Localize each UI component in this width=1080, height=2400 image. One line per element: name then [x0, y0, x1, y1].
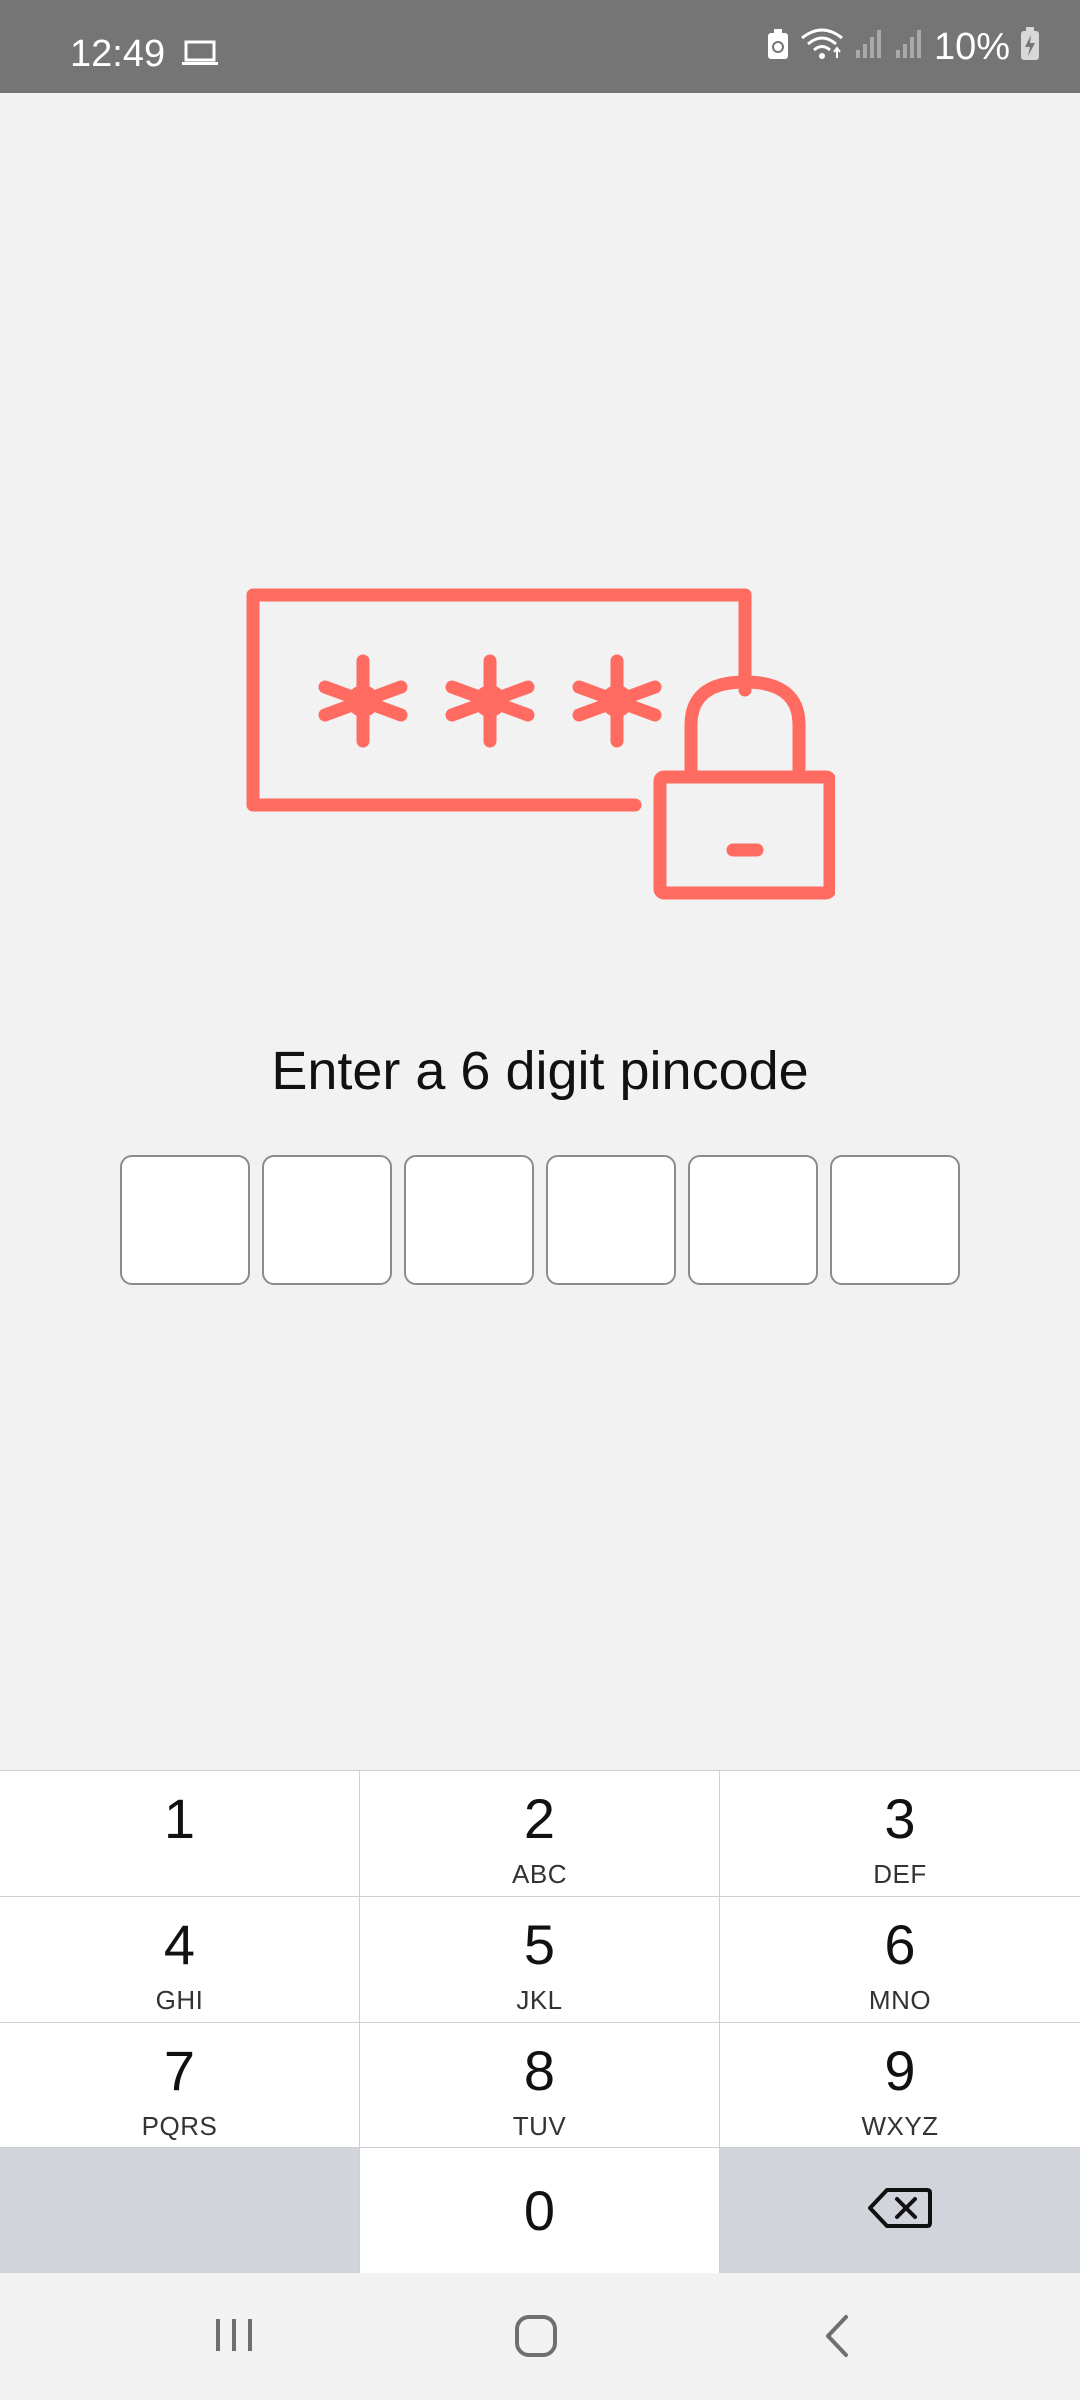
- password-lock-icon: [245, 585, 837, 905]
- key-digit: 7: [163, 2038, 196, 2102]
- key-letters: TUV: [512, 2110, 567, 2141]
- pin-digit-box-3[interactable]: [404, 1155, 534, 1285]
- key-0[interactable]: 0: [360, 2148, 720, 2274]
- numeric-keypad: 1 2 ABC 3 DEF 4 GHI 5 JKL 6 MNO 7 PQRS 8…: [0, 1770, 1080, 2274]
- status-time: 12:49: [70, 33, 166, 75]
- key-5[interactable]: 5 JKL: [360, 1896, 720, 2023]
- key-digit: 4: [163, 1912, 196, 1976]
- key-digit: 0: [523, 2178, 556, 2242]
- key-digit: 2: [523, 1787, 556, 1850]
- pincode-input[interactable]: [120, 1155, 960, 1285]
- pin-digit-box-6[interactable]: [830, 1155, 960, 1285]
- key-letters: MNO: [868, 1984, 932, 2015]
- pin-digit-box-4[interactable]: [546, 1155, 676, 1285]
- key-2[interactable]: 2 ABC: [360, 1771, 720, 1897]
- status-icons: 10%: [766, 0, 1040, 93]
- laptop-icon: [182, 40, 218, 71]
- wifi-icon: [800, 28, 844, 65]
- pin-digit-box-5[interactable]: [688, 1155, 818, 1285]
- key-blank: [0, 2148, 360, 2274]
- signal-icon: [854, 28, 884, 65]
- pincode-prompt: Enter a 6 digit pincode: [271, 1041, 809, 1101]
- key-digit: 6: [884, 1912, 916, 1976]
- home-icon[interactable]: [513, 2313, 559, 2364]
- key-digit: 9: [884, 2038, 916, 2102]
- navigation-bar: [0, 2273, 1080, 2400]
- key-9[interactable]: 9 WXYZ: [720, 2022, 1080, 2149]
- key-digit: 5: [523, 1912, 556, 1976]
- battery-charging-icon: [1020, 27, 1040, 66]
- battery-saver-icon: [766, 28, 790, 65]
- key-letters: PQRS: [141, 2110, 218, 2141]
- pin-digit-box-1[interactable]: [120, 1155, 250, 1285]
- key-digit: 3: [884, 1787, 916, 1850]
- key-7[interactable]: 7 PQRS: [0, 2022, 360, 2149]
- key-1[interactable]: 1: [0, 1771, 360, 1897]
- signal-icon: [894, 28, 924, 65]
- recents-icon[interactable]: [212, 2315, 256, 2360]
- backspace-icon: [867, 2186, 933, 2235]
- key-letters: ABC: [512, 1859, 567, 1889]
- back-icon[interactable]: [822, 2313, 852, 2364]
- battery-percent: 10%: [933, 25, 1010, 68]
- key-4[interactable]: 4 GHI: [0, 1896, 360, 2023]
- key-3[interactable]: 3 DEF: [720, 1771, 1080, 1897]
- status-bar: 12:49 10%: [0, 0, 1080, 93]
- key-letters: GHI: [155, 1984, 204, 2015]
- key-8[interactable]: 8 TUV: [360, 2022, 720, 2149]
- key-digit: 1: [163, 1787, 196, 1850]
- backspace-button[interactable]: [720, 2148, 1080, 2274]
- pin-digit-box-2[interactable]: [262, 1155, 392, 1285]
- key-letters: WXYZ: [861, 2110, 939, 2141]
- key-6[interactable]: 6 MNO: [720, 1896, 1080, 2023]
- key-digit: 8: [523, 2038, 556, 2102]
- key-letters: JKL: [516, 1984, 563, 2015]
- key-letters: DEF: [873, 1859, 927, 1889]
